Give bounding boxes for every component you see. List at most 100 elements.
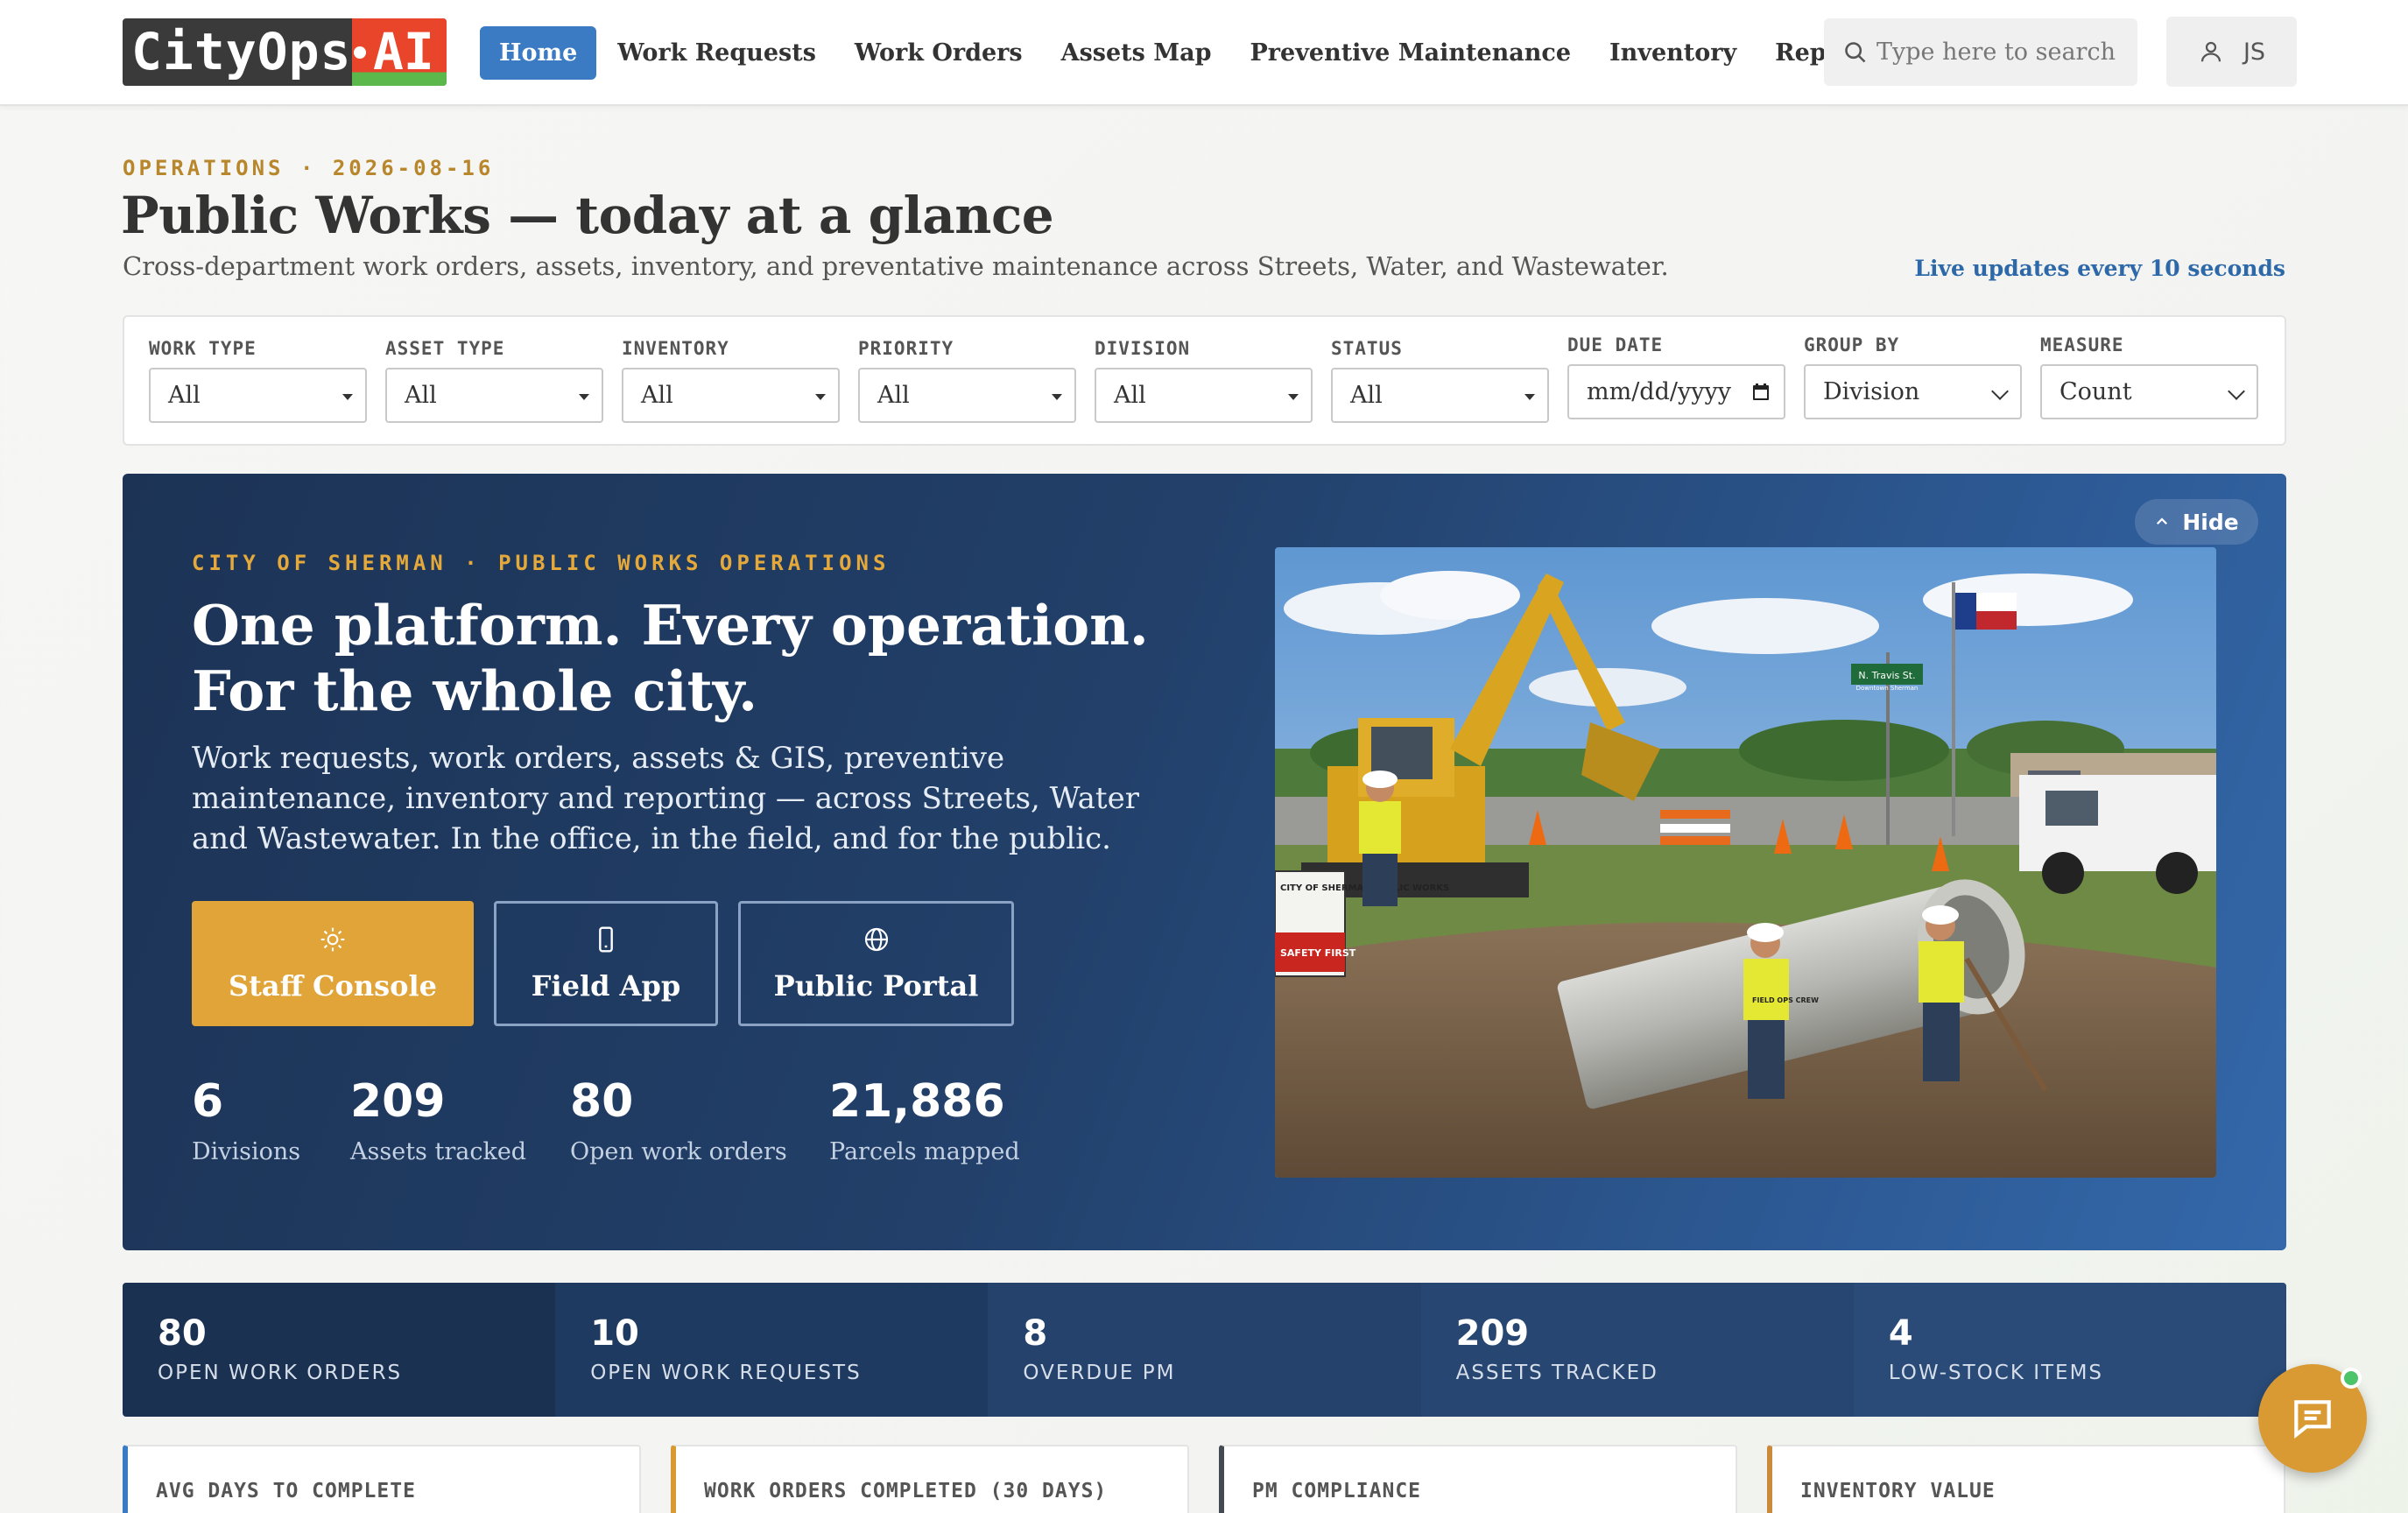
filter-bar: WORK TYPE All ASSET TYPE All INVENTORY A… xyxy=(123,315,2286,446)
cityops-logo[interactable]: CityOps AI xyxy=(123,18,447,86)
kpi-label: OVERDUE PM xyxy=(1023,1362,1176,1384)
hero-title: One platform. Every operation. For the w… xyxy=(192,593,1155,724)
due-date-input[interactable]: mm/dd/yyyy xyxy=(1567,364,1785,419)
calendar-icon[interactable] xyxy=(1750,382,1771,403)
vest-text: FIELD OPS CREW xyxy=(1752,996,1819,1004)
hero-stat-parcels: 21,886 Parcels mapped xyxy=(829,1075,1020,1165)
nav-work-requests[interactable]: Work Requests xyxy=(598,26,835,80)
kpi-value: 209 xyxy=(1455,1313,1530,1354)
filter-due-date: DUE DATE mm/dd/yyyy xyxy=(1567,334,1785,419)
nav-preventive-maintenance[interactable]: Preventive Maintenance xyxy=(1231,26,1591,80)
hero-banner: CITY OF SHERMAN · PUBLIC WORKS OPERATION… xyxy=(123,474,2286,1250)
button-label: Public Portal xyxy=(773,968,979,1003)
street-sign-sub-text: Downtown Sherman xyxy=(1856,685,1919,692)
kpi-open-work-requests[interactable]: 10 OPEN WORK REQUESTS xyxy=(555,1283,989,1417)
page-eyebrow: OPERATIONS · 2026-08-16 xyxy=(123,156,495,180)
filter-label: INVENTORY xyxy=(622,338,729,359)
inventory-select[interactable]: All xyxy=(622,368,840,423)
street-sign-text: N. Travis St. xyxy=(1858,670,1915,681)
work-type-select[interactable]: All xyxy=(149,368,367,423)
select-value: All xyxy=(1350,382,1383,409)
sun-icon xyxy=(320,927,345,951)
stat-label: Parcels mapped xyxy=(829,1138,1020,1165)
filter-measure: MEASURE Count xyxy=(2040,334,2258,419)
caret-down-icon xyxy=(1052,394,1062,400)
caret-down-icon xyxy=(342,394,353,400)
filter-label: PRIORITY xyxy=(858,338,954,359)
hero-stat-assets: 209 Assets tracked xyxy=(350,1075,526,1165)
asset-type-select[interactable]: All xyxy=(385,368,603,423)
caret-down-icon xyxy=(1288,394,1299,400)
stat-label: Assets tracked xyxy=(350,1138,527,1165)
logo-text: CityOps xyxy=(131,22,352,81)
filter-asset-type: ASSET TYPE All xyxy=(385,338,603,423)
kpi-low-stock-items[interactable]: 4 LOW-STOCK ITEMS xyxy=(1853,1283,2286,1417)
hero-stat-open-work-orders: 80 Open work orders xyxy=(570,1075,787,1165)
select-value: All xyxy=(1114,382,1146,409)
hero-description: Work requests, work orders, assets & GIS… xyxy=(192,741,1139,856)
filter-label: DUE DATE xyxy=(1567,334,1664,355)
hero-kicker: CITY OF SHERMAN · PUBLIC WORKS OPERATION… xyxy=(192,551,891,575)
card-work-orders-completed: WORK ORDERS COMPLETED (30 DAYS) xyxy=(671,1445,1189,1513)
construction-scene-illustration: N. Travis St. Downtown Sherman CITY OF S… xyxy=(1275,547,2216,1178)
card-title: WORK ORDERS COMPLETED (30 DAYS) xyxy=(704,1480,1108,1502)
filter-label: ASSET TYPE xyxy=(385,338,505,359)
stat-label: Divisions xyxy=(192,1138,301,1165)
nav-home[interactable]: Home xyxy=(480,26,597,80)
card-avg-days-to-complete: AVG DAYS TO COMPLETE xyxy=(123,1445,641,1513)
kpi-assets-tracked[interactable]: 209 ASSETS TRACKED xyxy=(1420,1283,1854,1417)
filter-work-type: WORK TYPE All xyxy=(149,338,367,423)
card-pm-compliance: PM COMPLIANCE xyxy=(1219,1445,1737,1513)
kpi-label: OPEN WORK REQUESTS xyxy=(590,1362,862,1384)
filter-division: DIVISION All xyxy=(1095,338,1313,423)
logo-dot xyxy=(354,46,366,59)
filter-group-by: GROUP BY Division xyxy=(1804,334,2022,419)
nav-work-orders[interactable]: Work Orders xyxy=(835,26,1042,80)
field-app-button[interactable]: Field App xyxy=(494,901,718,1026)
caret-down-icon xyxy=(579,394,589,400)
kpi-label: OPEN WORK ORDERS xyxy=(158,1362,403,1384)
filter-label: MEASURE xyxy=(2040,334,2124,355)
card-title: INVENTORY VALUE xyxy=(1800,1480,1996,1502)
nav-inventory[interactable]: Inventory xyxy=(1590,26,1756,80)
nav-assets-map[interactable]: Assets Map xyxy=(1042,26,1231,80)
filter-inventory: INVENTORY All xyxy=(622,338,840,423)
kpi-value: 10 xyxy=(590,1313,639,1354)
priority-select[interactable]: All xyxy=(858,368,1076,423)
filter-label: WORK TYPE xyxy=(149,338,257,359)
hide-hero-button[interactable]: Hide xyxy=(2135,499,2258,545)
card-title: AVG DAYS TO COMPLETE xyxy=(156,1480,416,1502)
main-nav: Home Work Requests Work Orders Assets Ma… xyxy=(480,26,1898,80)
public-portal-button[interactable]: Public Portal xyxy=(738,901,1014,1026)
status-select[interactable]: All xyxy=(1331,368,1549,423)
user-icon xyxy=(2200,41,2221,62)
search-box[interactable] xyxy=(1824,18,2137,86)
kpi-overdue-pm[interactable]: 8 OVERDUE PM xyxy=(988,1283,1421,1417)
caret-down-icon xyxy=(1524,394,1535,400)
kpi-value: 4 xyxy=(1888,1313,1913,1354)
measure-select[interactable]: Count xyxy=(2040,364,2258,419)
card-title: PM COMPLIANCE xyxy=(1252,1480,1422,1502)
card-inventory-value: INVENTORY VALUE xyxy=(1767,1445,2285,1513)
chat-icon xyxy=(2294,1400,2331,1439)
stat-label: Open work orders xyxy=(570,1138,787,1165)
stat-value: 209 xyxy=(350,1075,446,1128)
chevron-up-icon xyxy=(2157,517,2168,525)
select-value: All xyxy=(641,382,673,409)
online-status-dot xyxy=(2341,1368,2362,1389)
division-select[interactable]: All xyxy=(1095,368,1313,423)
logo-ai-text: AI xyxy=(373,22,434,81)
staff-console-button[interactable]: Staff Console xyxy=(192,901,474,1026)
kpi-band: 80 OPEN WORK ORDERS 10 OPEN WORK REQUEST… xyxy=(123,1283,2286,1417)
user-menu-button[interactable]: JS xyxy=(2166,17,2297,87)
search-input[interactable] xyxy=(1876,34,2122,69)
group-by-select[interactable]: Division xyxy=(1804,364,2022,419)
kpi-open-work-orders[interactable]: 80 OPEN WORK ORDERS xyxy=(123,1283,556,1417)
caret-down-icon xyxy=(815,394,826,400)
select-value: All xyxy=(405,382,437,409)
user-initials: JS xyxy=(2243,38,2266,66)
select-value: Division xyxy=(1823,378,1920,405)
button-label: Staff Console xyxy=(229,968,437,1003)
globe-icon xyxy=(864,927,888,951)
select-value: All xyxy=(877,382,910,409)
